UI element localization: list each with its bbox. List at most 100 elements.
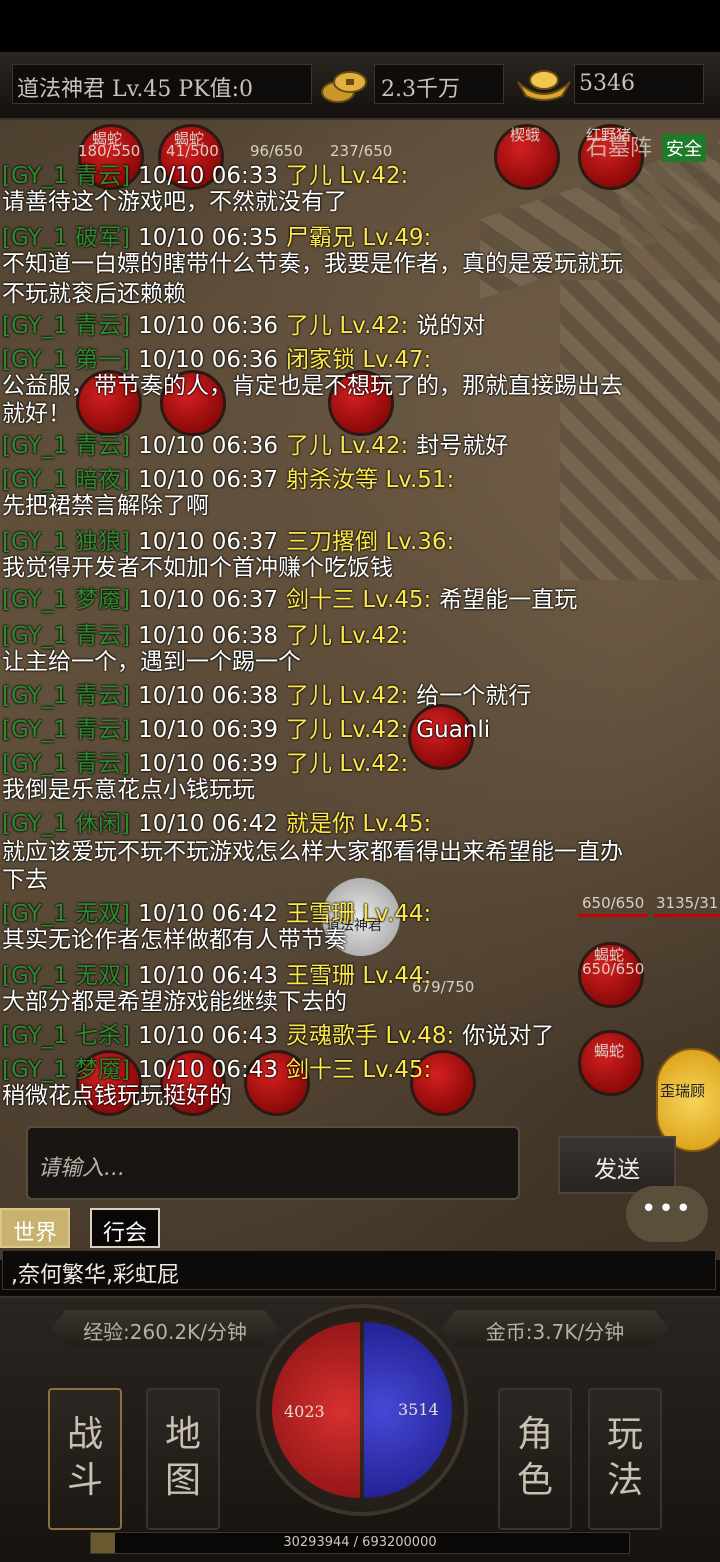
gold-rate-bar: 金币:3.7K/分钟 <box>442 1310 668 1346</box>
chat-sender[interactable]: 了儿 Lv.42: <box>286 683 408 709</box>
chat-message: [GY_1 梦魇] 10/10 06:37 剑十三 Lv.45: 希望能一直玩 <box>2 584 585 616</box>
chat-message-text: 我倒是乐意花点小钱玩玩 <box>2 777 255 803</box>
chat-timestamp: 10/10 06:37 <box>138 587 279 613</box>
ingot-box: 5346 <box>574 64 704 104</box>
chat-message: 稍微花点钱玩玩挺好的 <box>2 1080 232 1112</box>
chat-message-text: 不知道一白嫖的瞎带什么节奏，我要是作者，真的是爱玩就玩 <box>2 251 623 277</box>
chat-timestamp: 10/10 06:36 <box>138 313 279 339</box>
chat-message-text: 公益服，带节奏的人，肯定也是不想玩了的，那就直接踢出去 <box>2 373 623 399</box>
safe-zone-badge: 安全 <box>662 134 706 162</box>
chat-message: 大部分都是希望游戏能继续下去的 <box>2 986 347 1018</box>
chat-channel-tag: [GY_1 青云] <box>2 683 131 709</box>
chat-channel-tag: [GY_1 青云] <box>2 313 131 339</box>
chat-message-text: 先把裙禁言解除了啊 <box>2 493 209 519</box>
chat-sender[interactable]: 剑十三 Lv.45: <box>286 1057 431 1083</box>
chat-message: 就好！ <box>2 398 71 430</box>
nav-battle-button[interactable]: 战斗 <box>48 1388 122 1530</box>
exp-progress-text: 30293944 / 693200000 <box>283 1535 437 1550</box>
chat-bubble-icon[interactable]: ••• <box>626 1186 708 1242</box>
tab-world[interactable]: 世界 <box>0 1208 70 1248</box>
chat-message: 我觉得开发者不如加个首冲赚个吃饭钱 <box>2 552 393 584</box>
chat-timestamp: 10/10 06:39 <box>138 717 279 743</box>
chat-message-text: 让主给一个，遇到一个踢一个 <box>2 649 301 675</box>
chat-message: [GY_1 七杀] 10/10 06:43 灵魂歌手 Lv.48: 你说对了 <box>2 1020 562 1052</box>
chat-message: 先把裙禁言解除了啊 <box>2 490 209 522</box>
chat-message-text: 封号就好 <box>416 433 509 459</box>
mp-value: 3514 <box>398 1400 439 1419</box>
chat-input[interactable]: 请输入... <box>26 1126 520 1200</box>
monster-hp: 180/550 <box>78 142 141 160</box>
chat-message-text: 下去 <box>2 867 48 893</box>
chat-message-text: 就应该爱玩不玩不玩游戏怎么样大家都看得出来希望能一直办 <box>2 839 623 865</box>
chat-message-text: 稍微花点钱玩玩挺好的 <box>2 1083 232 1109</box>
chat-timestamp: 10/10 06:42 <box>138 811 279 837</box>
gold-coin-icon <box>321 71 367 103</box>
chat-sender[interactable]: 了儿 Lv.42: <box>286 717 408 743</box>
chat-message: 我倒是乐意花点小钱玩玩 <box>2 774 255 806</box>
chat-message-text: 我觉得开发者不如加个首冲赚个吃饭钱 <box>2 555 393 581</box>
nav-play-button[interactable]: 玩法 <box>588 1388 662 1530</box>
chat-log[interactable]: [GY_1 青云] 10/10 06:33 了儿 Lv.42: 请善待这个游戏吧，不然… <box>0 160 720 1120</box>
chat-message: [GY_1 青云] 10/10 06:36 了儿 Lv.42: 说的对 <box>2 310 493 342</box>
status-bar-space <box>0 0 720 52</box>
chat-message-text: 给一个就行 <box>416 683 532 709</box>
nav-role-button[interactable]: 角色 <box>498 1388 572 1530</box>
gold-box: 2.3千万 <box>374 64 504 104</box>
chat-channel-tag: [GY_1 梦魇] <box>2 587 131 613</box>
chat-timestamp: 10/10 06:36 <box>138 433 279 459</box>
chat-message-text: 不玩就衮后还赖赖 <box>2 281 186 307</box>
chat-message-text: 希望能一直玩 <box>439 587 578 613</box>
zone-name: 石墓阵 <box>586 136 653 161</box>
tab-guild[interactable]: 行会 <box>90 1208 160 1248</box>
chat-message: 让主给一个，遇到一个踢一个 <box>2 646 301 678</box>
chat-sender[interactable]: 灵魂歌手 Lv.48: <box>286 1023 454 1049</box>
exp-rate-bar: 经验:260.2K/分钟 <box>52 1310 278 1346</box>
chat-message: 其实无论作者怎样做都有人带节奏 <box>2 924 347 956</box>
chat-message-text: 其实无论作者怎样做都有人带节奏 <box>2 927 347 953</box>
chat-message: [GY_1 青云] 10/10 06:39 了儿 Lv.42: Guanli <box>2 714 498 746</box>
tab-world-label: 世界 <box>12 1221 57 1246</box>
chat-channel-tag: [GY_1 休闲] <box>2 811 131 837</box>
chat-message-text: 请善待这个游戏吧，不然就没有了 <box>2 189 347 215</box>
chat-channel-tag: [GY_1 青云] <box>2 717 131 743</box>
chat-message-text: Guanli <box>416 717 491 743</box>
chat-sender[interactable]: 了儿 Lv.42: <box>286 751 408 777</box>
chat-message-text: 就好！ <box>2 401 71 427</box>
chat-sender[interactable]: 了儿 Lv.42: <box>286 313 408 339</box>
marquee-text: ,奈何繁华,彩虹屁 <box>11 1263 179 1288</box>
hp-value: 4023 <box>284 1402 325 1421</box>
chat-message: 就应该爱玩不玩不玩游戏怎么样大家都看得出来希望能一直办 <box>2 836 623 868</box>
chat-timestamp: 10/10 06:43 <box>138 1023 279 1049</box>
gold-ingot-icon <box>517 70 571 101</box>
chat-channel-tag: [GY_1 青云] <box>2 433 131 459</box>
nav-battle-label: 战斗 <box>66 1414 103 1501</box>
nav-map-button[interactable]: 地图 <box>146 1388 220 1530</box>
chat-channel-tag: [GY_1 七杀] <box>2 1023 131 1049</box>
chat-sender[interactable]: 了儿 Lv.42: <box>286 623 408 649</box>
chat-message: 不玩就衮后还赖赖 <box>2 278 186 310</box>
chat-timestamp: 10/10 06:38 <box>138 683 279 709</box>
nav-role-label: 角色 <box>516 1414 553 1501</box>
exp-progress-bar: 30293944 / 693200000 <box>90 1532 630 1554</box>
monster-name: 楔蛾 <box>510 126 541 144</box>
chat-sender[interactable]: 剑十三 Lv.45: <box>286 587 431 613</box>
monster-hp: 237/650 <box>330 142 393 160</box>
nav-play-label: 玩法 <box>606 1414 643 1501</box>
chat-sender[interactable]: 了儿 Lv.42: <box>286 433 408 459</box>
gold-amount: 2.3千万 <box>381 77 460 102</box>
system-marquee: ,奈何繁华,彩虹屁 <box>2 1250 716 1290</box>
tab-guild-label: 行会 <box>102 1221 147 1246</box>
chat-message-text: 你说对了 <box>462 1023 555 1049</box>
chat-message-text: 大部分都是希望游戏能继续下去的 <box>2 989 347 1015</box>
monster-hp: 41/500 <box>166 142 219 160</box>
chat-sender[interactable]: 就是你 Lv.45: <box>286 811 431 837</box>
chat-sender[interactable]: 射杀汝等 Lv.51: <box>286 467 454 493</box>
send-button-label: 发送 <box>594 1157 640 1183</box>
chat-input-placeholder: 请输入... <box>38 1156 125 1181</box>
exp-rate-label: 经验:260.2K/分钟 <box>83 1320 247 1344</box>
player-info-box: 道法神君 Lv.45 PK值:0 <box>12 64 312 104</box>
gold-rate-label: 金币:3.7K/分钟 <box>485 1320 625 1344</box>
chat-message: 不知道一白嫖的瞎带什么节奏，我要是作者，真的是爱玩就玩 <box>2 248 623 280</box>
player-info: 道法神君 Lv.45 PK值:0 <box>17 77 254 102</box>
ellipsis-icon: ••• <box>640 1194 693 1224</box>
